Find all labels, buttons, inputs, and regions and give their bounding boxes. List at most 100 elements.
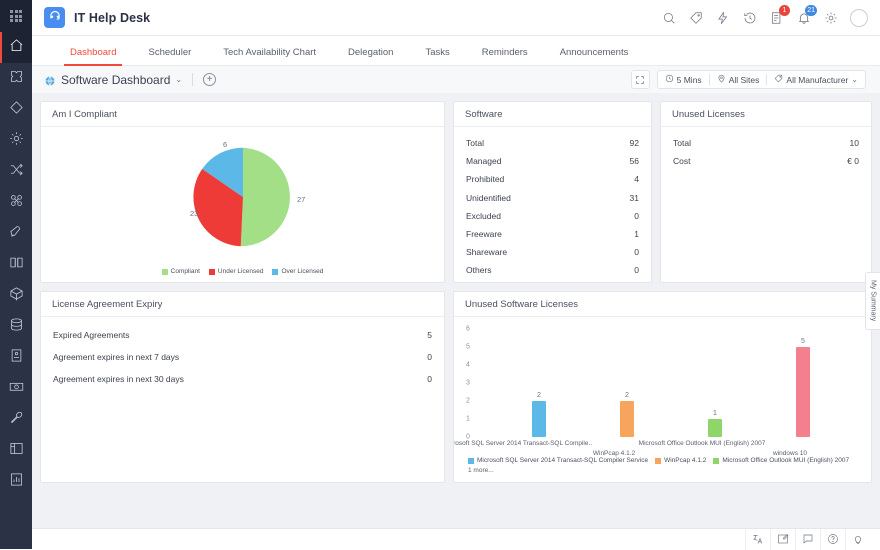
kpi-value: 5 [427,330,432,340]
search-icon[interactable] [661,10,676,25]
my-summary-tab[interactable]: My Summary [865,272,880,330]
gear-icon[interactable] [823,10,838,25]
sidebar-item-rocket[interactable] [0,218,32,249]
pie-label-compliant: 27 [297,195,305,204]
database-icon [9,317,24,337]
bar-windows-10[interactable] [796,347,810,437]
feedback-edit-icon[interactable] [770,529,795,550]
tab-tech-availability-chart[interactable]: Tech Availability Chart [207,47,332,65]
sidebar-item-network[interactable] [0,187,32,218]
sidebar-item-box[interactable] [0,280,32,311]
bar-sql-server[interactable] [532,401,546,437]
expand-icon[interactable] [631,70,650,89]
legend-item-over-licensed[interactable]: Over Licensed [272,268,323,275]
sidebar-item-book[interactable] [0,249,32,280]
legend-item-under-licensed[interactable]: Under Licensed [209,268,264,275]
sidebar-item-diamond[interactable] [0,94,32,125]
bar-value: 5 [801,338,805,345]
translate-icon[interactable] [745,529,770,550]
list-item[interactable]: Total 92 [466,134,639,152]
x-label-winpcap: WinPcap 4.1.2 [593,450,635,457]
bar-value: 1 [713,410,717,417]
sidebar-item-home[interactable] [0,32,32,63]
sidebar-item-database[interactable] [0,311,32,342]
pie-chart[interactable]: 27 23 6 Compliant Under Licensed [41,127,444,282]
sidebar-item-apps-grid[interactable] [0,0,32,32]
dashboard-row-2: License Agreement Expiry Expired Agreeme… [40,291,872,483]
list-item[interactable]: Agreement expires in next 7 days 0 [53,346,432,368]
tab-tasks[interactable]: Tasks [409,47,465,65]
invoice-icon [9,348,24,368]
sidebar-item-settings[interactable] [0,125,32,156]
list-item[interactable]: Managed 56 [466,152,639,170]
tab-delegation[interactable]: Delegation [332,47,409,65]
legend-item-winpcap[interactable]: WinPcap 4.1.2 [655,457,706,464]
bell-icon[interactable]: 21 [796,10,811,25]
notes-icon[interactable]: 1 [769,10,784,25]
dashboard-selector[interactable]: Software Dashboard ⌄ [44,73,182,87]
tab-scheduler[interactable]: Scheduler [132,47,207,65]
sidebar-item-layout[interactable] [0,435,32,466]
avatar[interactable] [850,9,868,27]
bar-outlook-mui[interactable] [708,419,722,437]
software-body: Total 92 Managed 56 Prohibited 4 Unident… [454,127,651,282]
settings-gear-icon [9,131,24,151]
sidebar-item-assets[interactable] [0,63,32,94]
chat-icon[interactable] [795,529,820,550]
list-item[interactable]: Shareware 0 [466,243,639,261]
apps-grid-icon [10,10,22,22]
sidebar-item-report-chart[interactable] [0,466,32,497]
card-am-i-compliant: Am I Compliant 27 23 [40,101,445,283]
history-icon[interactable] [742,10,757,25]
list-item[interactable]: Total 10 [673,134,859,152]
list-item[interactable]: Excluded 0 [466,207,639,225]
book-icon [9,255,24,275]
tab-announcements[interactable]: Announcements [544,47,645,65]
kpi-value: 0 [427,374,432,384]
legend-item-compliant[interactable]: Compliant [162,268,200,275]
legend-swatch [655,458,661,464]
list-item[interactable]: Prohibited 4 [466,170,639,188]
unused-software-licenses-body: 6 5 4 3 2 1 0 2 2 [454,317,871,482]
list-item[interactable]: Cost € 0 [673,152,859,170]
kpi-label: Others [466,265,492,275]
sidebar-item-money[interactable] [0,373,32,404]
filter-sites-label: All Sites [729,75,760,85]
legend-more-link[interactable]: 1 more... [468,467,863,474]
sidebar-item-wrench[interactable] [0,404,32,435]
legend-item-outlook-mui[interactable]: Microsoft Office Outlook MUI (English) 2… [713,457,849,464]
help-icon[interactable] [820,529,845,550]
kpi-label: Agreement expires in next 30 days [53,374,184,384]
tips-bulb-icon[interactable] [845,529,870,550]
pie-label-over-licensed: 6 [223,140,227,149]
card-title-am-i-compliant: Am I Compliant [41,102,444,127]
y-tick: 5 [466,343,470,350]
filter-refresh-interval[interactable]: 5 Mins [665,74,702,85]
filter-sites[interactable]: All Sites [717,74,760,85]
tab-reminders[interactable]: Reminders [466,47,544,65]
sidebar-item-invoice[interactable] [0,342,32,373]
app-logo[interactable] [44,7,65,28]
kpi-value: € 0 [847,156,859,166]
list-item[interactable]: Expired Agreements 5 [53,324,432,346]
sidebar-item-shuffle[interactable] [0,156,32,187]
tab-dashboard[interactable]: Dashboard [54,47,132,65]
legend-label: Microsoft Office Outlook MUI (English) 2… [722,457,849,464]
tag-icon[interactable] [688,10,703,25]
bar-winpcap[interactable] [620,401,634,437]
list-item[interactable]: Unidentified 31 [466,189,639,207]
list-item[interactable]: Agreement expires in next 30 days 0 [53,368,432,390]
add-dashboard-button[interactable]: + [203,73,216,86]
bar-chart[interactable]: 6 5 4 3 2 1 0 2 2 [454,317,871,482]
list-item[interactable]: Others 0 [466,261,639,279]
card-title-unused-software-licenses: Unused Software Licenses [454,292,871,317]
bar-chart-legend: Microsoft SQL Server 2014 Transact-SQL C… [468,457,863,474]
flash-icon[interactable] [715,10,730,25]
filter-refresh-label: 5 Mins [677,75,702,85]
list-item[interactable]: Freeware 1 [466,225,639,243]
home-icon [9,38,24,58]
report-chart-icon [9,472,24,492]
kpi-value: 4 [634,174,639,184]
filter-manufacturer[interactable]: All Manufacturer ⌄ [774,74,858,85]
legend-item-sql-server[interactable]: Microsoft SQL Server 2014 Transact-SQL C… [468,457,648,464]
